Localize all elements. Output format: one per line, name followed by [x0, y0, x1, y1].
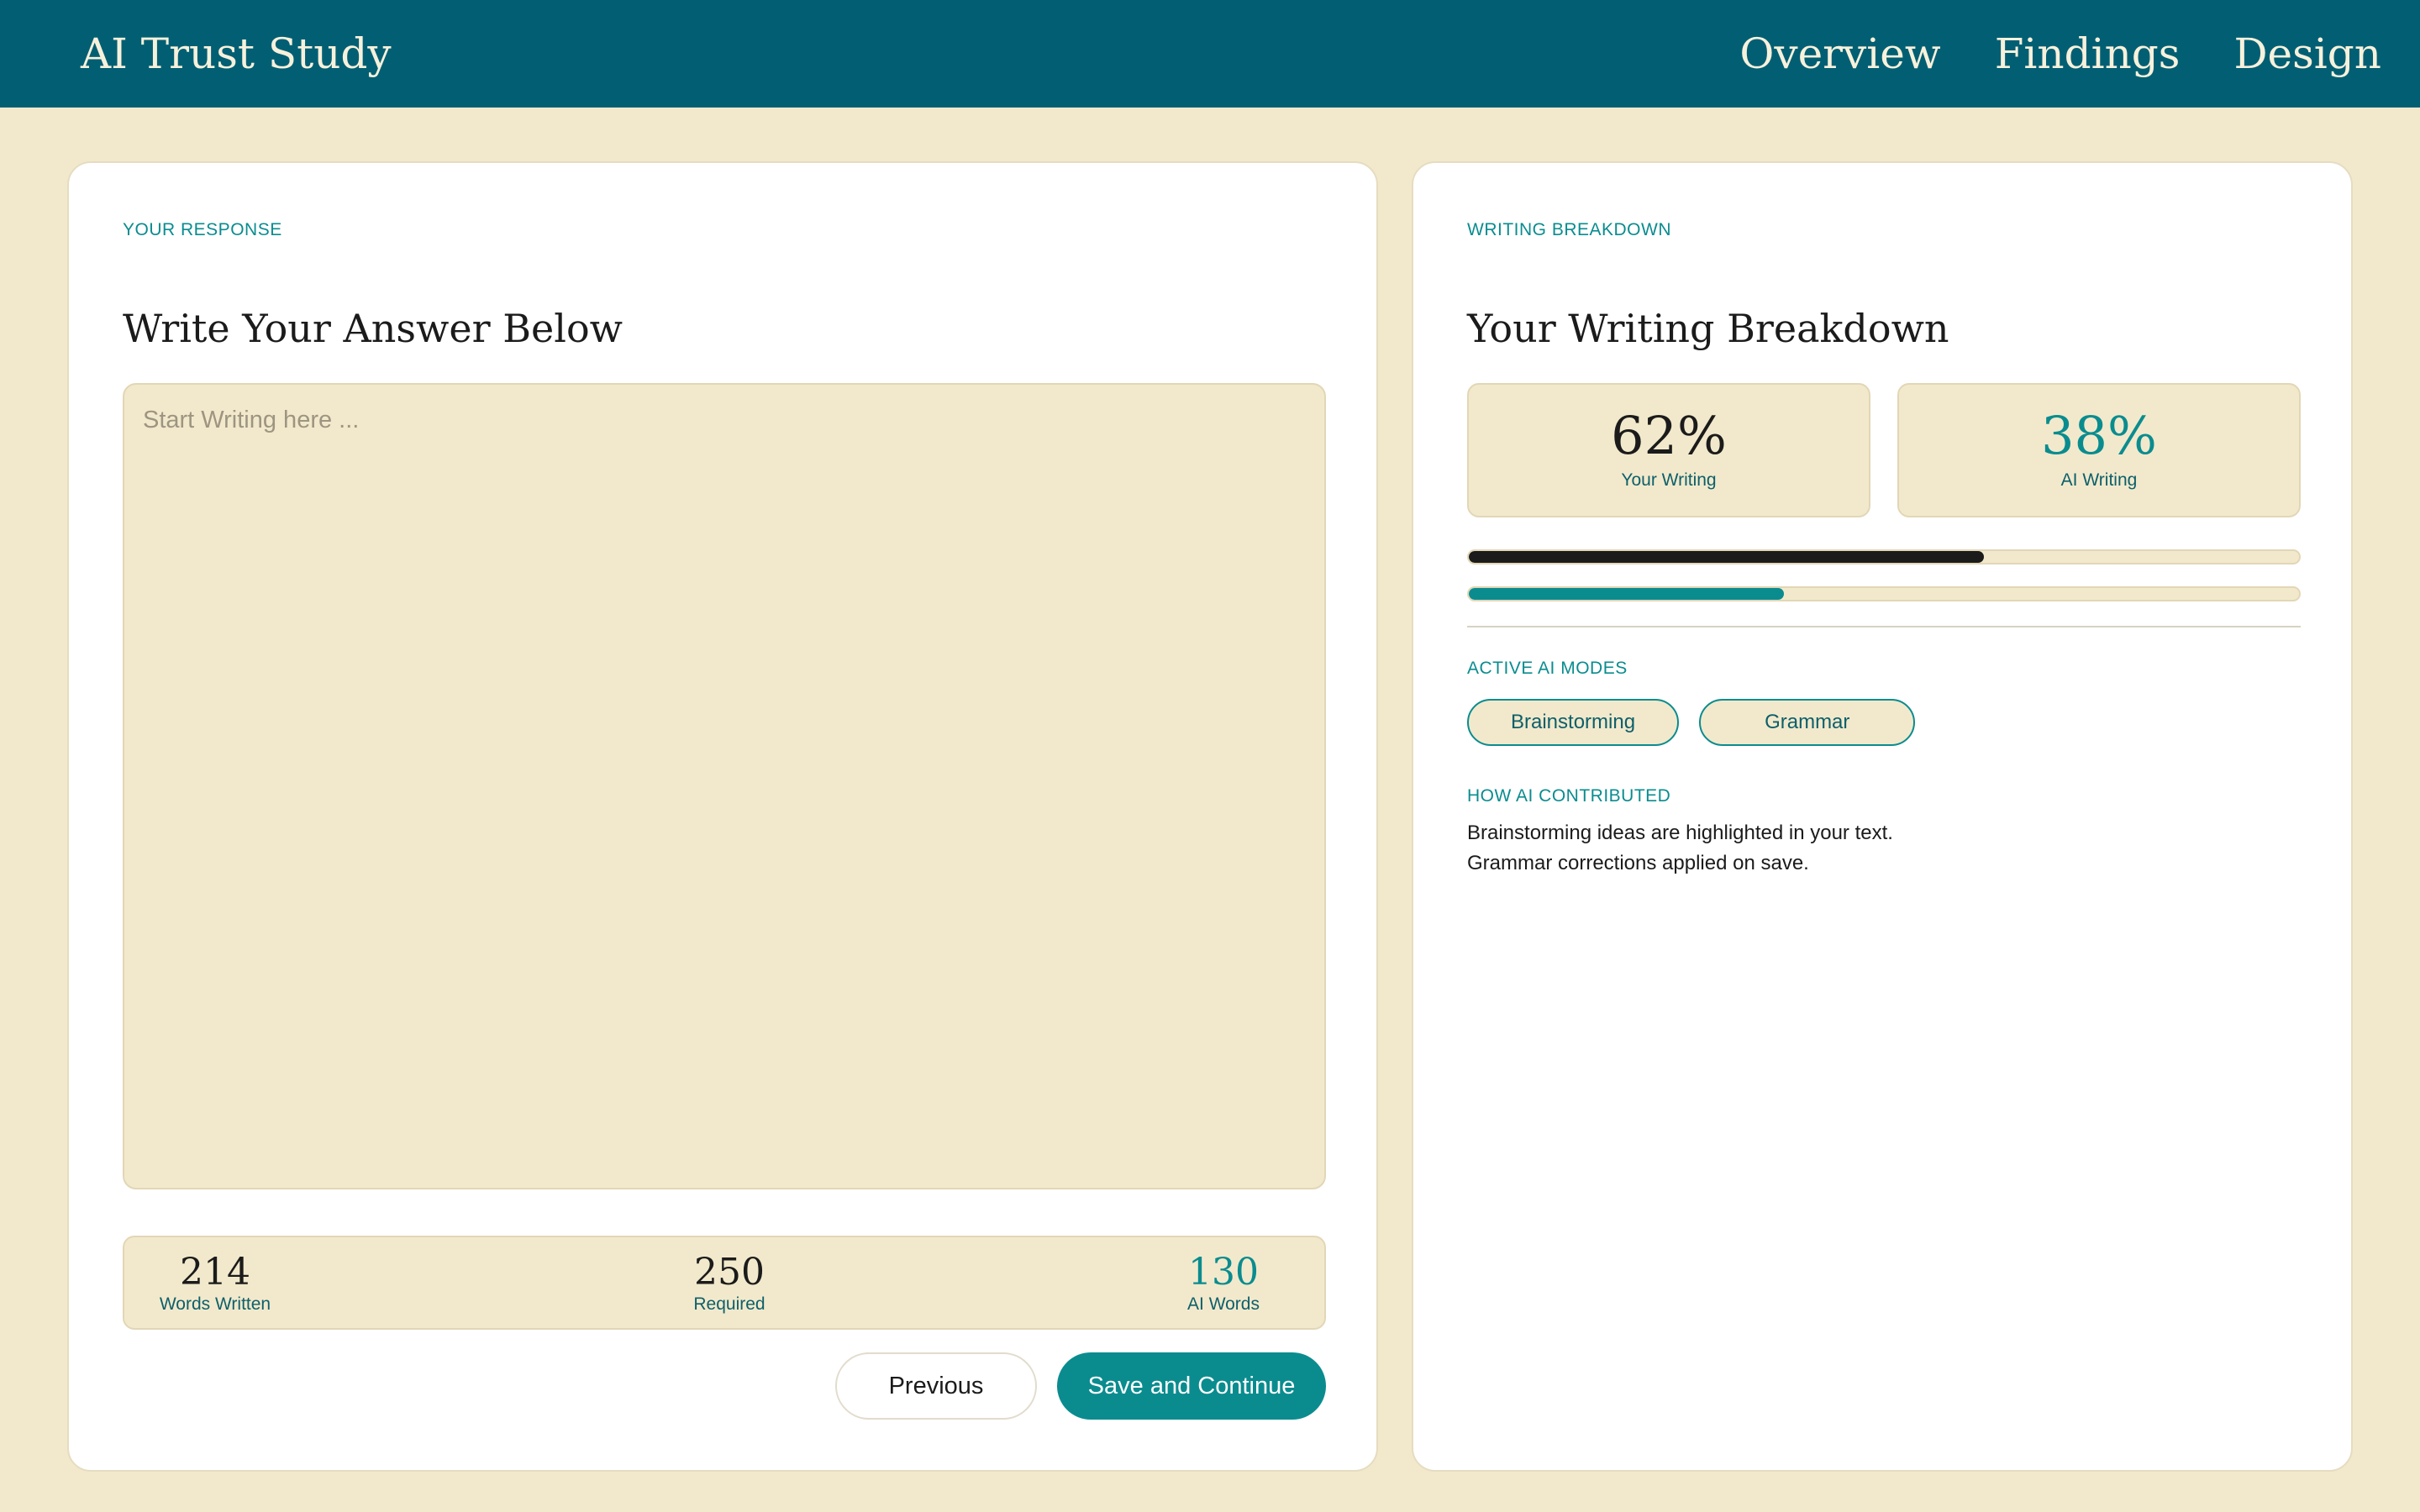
word-counts: 214 Words Written 250 Required 130 AI Wo… — [123, 1236, 1326, 1330]
ai-writing-stat: 38% AI Writing — [1897, 383, 2301, 517]
mode-chip-grammar[interactable]: Grammar — [1699, 699, 1916, 746]
previous-button[interactable]: Previous — [835, 1352, 1037, 1420]
ai-writing-bar-fill — [1469, 588, 1785, 600]
section-divider — [1467, 626, 2301, 627]
ai-writing-value: 38% — [2041, 405, 2157, 466]
required-count: 250 Required — [679, 1252, 780, 1315]
breakdown-card: WRITING BREAKDOWN Your Writing Breakdown… — [1412, 161, 2353, 1472]
your-writing-label: Your Writing — [1621, 470, 1717, 490]
response-card: YOUR RESPONSE Write Your Answer Below 21… — [67, 161, 1378, 1472]
ai-words-value: 130 — [1188, 1251, 1259, 1294]
active-modes: Brainstorming Grammar — [1467, 699, 1916, 746]
nav-findings[interactable]: Findings — [1995, 29, 2181, 78]
ai-writing-label: AI Writing — [2060, 470, 2138, 490]
save-continue-button[interactable]: Save and Continue — [1057, 1352, 1326, 1420]
your-writing-stat: 62% Your Writing — [1467, 383, 1870, 517]
breakdown-eyebrow: WRITING BREAKDOWN — [1467, 220, 1671, 239]
nav-design[interactable]: Design — [2233, 29, 2381, 78]
top-header: AI Trust Study Overview Findings Design — [0, 0, 2420, 108]
your-writing-bar-fill — [1469, 551, 1984, 563]
your-writing-value: 62% — [1611, 405, 1727, 466]
ai-words-label: AI Words — [1187, 1294, 1260, 1314]
ai-words-count: 130 AI Words — [1173, 1252, 1274, 1315]
contribution-line-1: Brainstorming ideas are highlighted in y… — [1467, 822, 1893, 844]
contribution-text: Brainstorming ideas are highlighted in y… — [1467, 818, 1893, 879]
words-written-count: 214 Words Written — [156, 1252, 274, 1315]
brand-title[interactable]: AI Trust Study — [81, 0, 392, 108]
top-nav: Overview Findings Design — [1739, 0, 2381, 108]
required-label: Required — [693, 1294, 765, 1314]
response-title: Write Your Answer Below — [123, 306, 623, 351]
ai-writing-bar — [1467, 586, 2301, 601]
words-written-value: 214 — [180, 1251, 250, 1294]
breakdown-title: Your Writing Breakdown — [1467, 306, 1949, 351]
your-writing-bar — [1467, 549, 2301, 564]
contribution-label: HOW AI CONTRIBUTED — [1467, 786, 1671, 806]
response-eyebrow: YOUR RESPONSE — [123, 220, 282, 239]
nav-overview[interactable]: Overview — [1739, 29, 1940, 78]
required-value: 250 — [694, 1251, 765, 1294]
words-written-label: Words Written — [159, 1294, 271, 1314]
answer-textarea[interactable] — [123, 383, 1326, 1189]
contribution-line-2: Grammar corrections applied on save. — [1467, 852, 1809, 874]
active-modes-label: ACTIVE AI MODES — [1467, 659, 1628, 678]
mode-chip-brainstorming[interactable]: Brainstorming — [1467, 699, 1680, 746]
